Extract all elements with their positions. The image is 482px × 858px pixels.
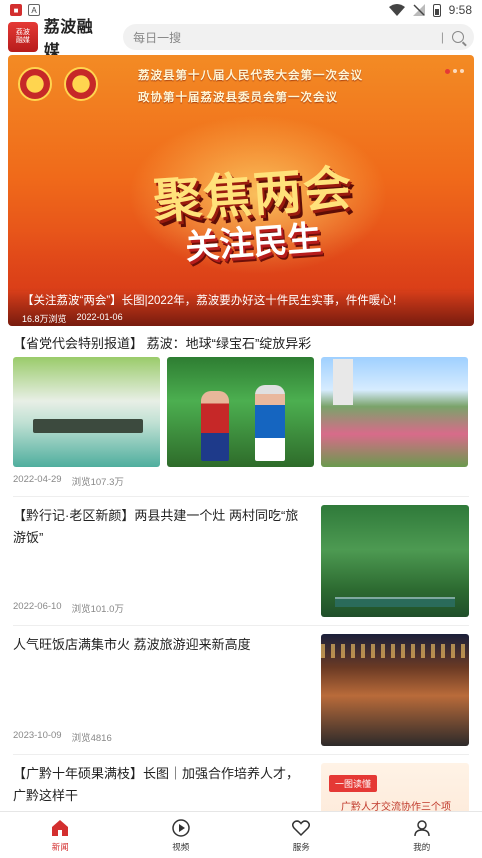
news-image-waterfall[interactable] [13, 357, 160, 467]
wifi-icon [388, 4, 405, 16]
person-shape [201, 391, 229, 461]
tab-mine[interactable]: 我的 [362, 812, 482, 858]
search-separator: | [440, 30, 444, 44]
news-title[interactable]: 【省党代会特别报道】 荔波：地球“绿宝石”绽放异彩 [13, 336, 469, 352]
bridge-shape [33, 419, 143, 433]
banner-date: 2022-01-06 [76, 312, 123, 322]
logo-text-top: 荔波 [15, 29, 30, 37]
news-date: 2022-06-10 [13, 601, 62, 612]
heart-icon [292, 819, 311, 836]
news-item[interactable]: 【黔行记·老区新颜】两县共建一个灶 两村同吃“旅游饭” 2022-06-10 浏… [13, 505, 469, 617]
news-views: 浏览101.0万 [71, 604, 124, 615]
lights-shape [321, 644, 469, 658]
tab-service[interactable]: 服务 [241, 812, 362, 858]
user-icon [414, 819, 430, 836]
app-title: 荔波融媒 [43, 19, 94, 60]
battery-icon [432, 3, 441, 17]
banner-title[interactable]: 【关注荔波“两会”】长图|2022年，荔波要办好这十件民生实事，件件暖心！ [22, 292, 460, 308]
news-meta: 2022-06-10 浏览101.0万 [13, 601, 124, 615]
news-text: 【黔行记·老区新颜】两县共建一个灶 两村同吃“旅游饭” 2022-06-10 浏… [13, 505, 321, 617]
news-text: 人气旺饭店满集市火 荔波旅游迎来新高度 2023-10-09 浏览4816 [13, 634, 321, 746]
news-title[interactable]: 【黔行记·老区新颜】两县共建一个灶 两村同吃“旅游饭” [13, 505, 311, 549]
tab-label: 服务 [292, 841, 310, 852]
banner-carousel[interactable]: 荔波县第十八届人民代表大会第一次会议 政协第十届荔波县委员会第一次会议 聚焦两会… [8, 55, 474, 326]
news-views: 浏览107.3万 [71, 477, 124, 488]
carousel-indicator[interactable] [445, 69, 464, 74]
search-bar[interactable]: 每日一搜 | [123, 24, 474, 50]
app-logo[interactable]: 荔波 融媒 [8, 22, 38, 52]
banner-heading-2: 政协第十届荔波县委员会第一次会议 [138, 92, 338, 104]
news-list: 【省党代会特别报道】 荔波：地球“绿宝石”绽放异彩 2022-04-29 浏览1… [13, 336, 469, 821]
news-date: 2022-04-29 [13, 474, 62, 485]
image-badge: 一图读懂 [329, 775, 378, 792]
divider [13, 754, 469, 755]
person-shape [255, 385, 285, 461]
banner-meta: 16.8万浏览 2022-01-06 [22, 312, 460, 325]
home-icon [52, 819, 69, 836]
carousel-dot[interactable] [460, 69, 464, 73]
search-input[interactable]: 每日一搜 [133, 29, 441, 46]
bottom-tab-bar: 新闻 视频 服务 我的 [0, 811, 482, 858]
news-image-people[interactable] [167, 357, 314, 467]
news-views: 浏览4816 [71, 733, 112, 744]
header: 荔波 融媒 荔波融媒 每日一搜 | [0, 19, 482, 60]
news-thumbnail[interactable] [321, 634, 469, 746]
divider [13, 625, 469, 626]
search-icon[interactable] [452, 31, 464, 43]
play-icon [172, 818, 190, 837]
news-title[interactable]: 【广黔十年硕果满枝】长图｜加强合作培养人才，广黔这样干 [13, 763, 311, 807]
app-notification-icon: ■ [10, 4, 22, 16]
status-time: 9:58 [448, 3, 472, 17]
tab-label: 我的 [413, 841, 431, 852]
carousel-dot[interactable] [453, 69, 457, 73]
news-item-gallery[interactable]: 【省党代会特别报道】 荔波：地球“绿宝石”绽放异彩 2022-04-29 浏览1… [13, 336, 469, 488]
tab-video[interactable]: 视频 [121, 812, 242, 858]
status-left: ■ A [10, 4, 40, 16]
tab-label: 视频 [172, 841, 190, 852]
banner-heading-1: 荔波县第十八届人民代表大会第一次会议 [138, 70, 363, 82]
news-meta: 2023-10-09 浏览4816 [13, 730, 112, 744]
building-shape [333, 359, 353, 405]
news-meta: 2022-04-29 浏览107.3万 [13, 474, 469, 488]
news-date: 2023-10-09 [13, 730, 62, 741]
news-thumbnail[interactable] [321, 505, 469, 617]
carousel-dot[interactable] [445, 69, 450, 74]
status-right: 9:58 [388, 3, 472, 17]
news-title[interactable]: 人气旺饭店满集市火 荔波旅游迎来新高度 [13, 634, 311, 656]
national-emblem-icon [18, 67, 52, 101]
bridge-shape [335, 597, 455, 607]
banner-caption[interactable]: 【关注荔波“两会”】长图|2022年，荔波要办好这十件民生实事，件件暖心！ 16… [8, 288, 474, 326]
logo-text-bottom: 融媒 [15, 37, 30, 44]
tab-label: 新闻 [51, 841, 69, 852]
a-notification-icon: A [28, 4, 40, 16]
divider [13, 496, 469, 497]
news-image-row [13, 357, 469, 467]
cppcc-emblem-icon [64, 67, 98, 101]
tab-news[interactable]: 新闻 [0, 812, 121, 858]
news-image-town[interactable] [321, 357, 468, 467]
banner-views: 16.8万浏览 [22, 314, 67, 324]
news-item[interactable]: 人气旺饭店满集市火 荔波旅游迎来新高度 2023-10-09 浏览4816 [13, 634, 469, 746]
no-signal-icon [412, 4, 425, 16]
